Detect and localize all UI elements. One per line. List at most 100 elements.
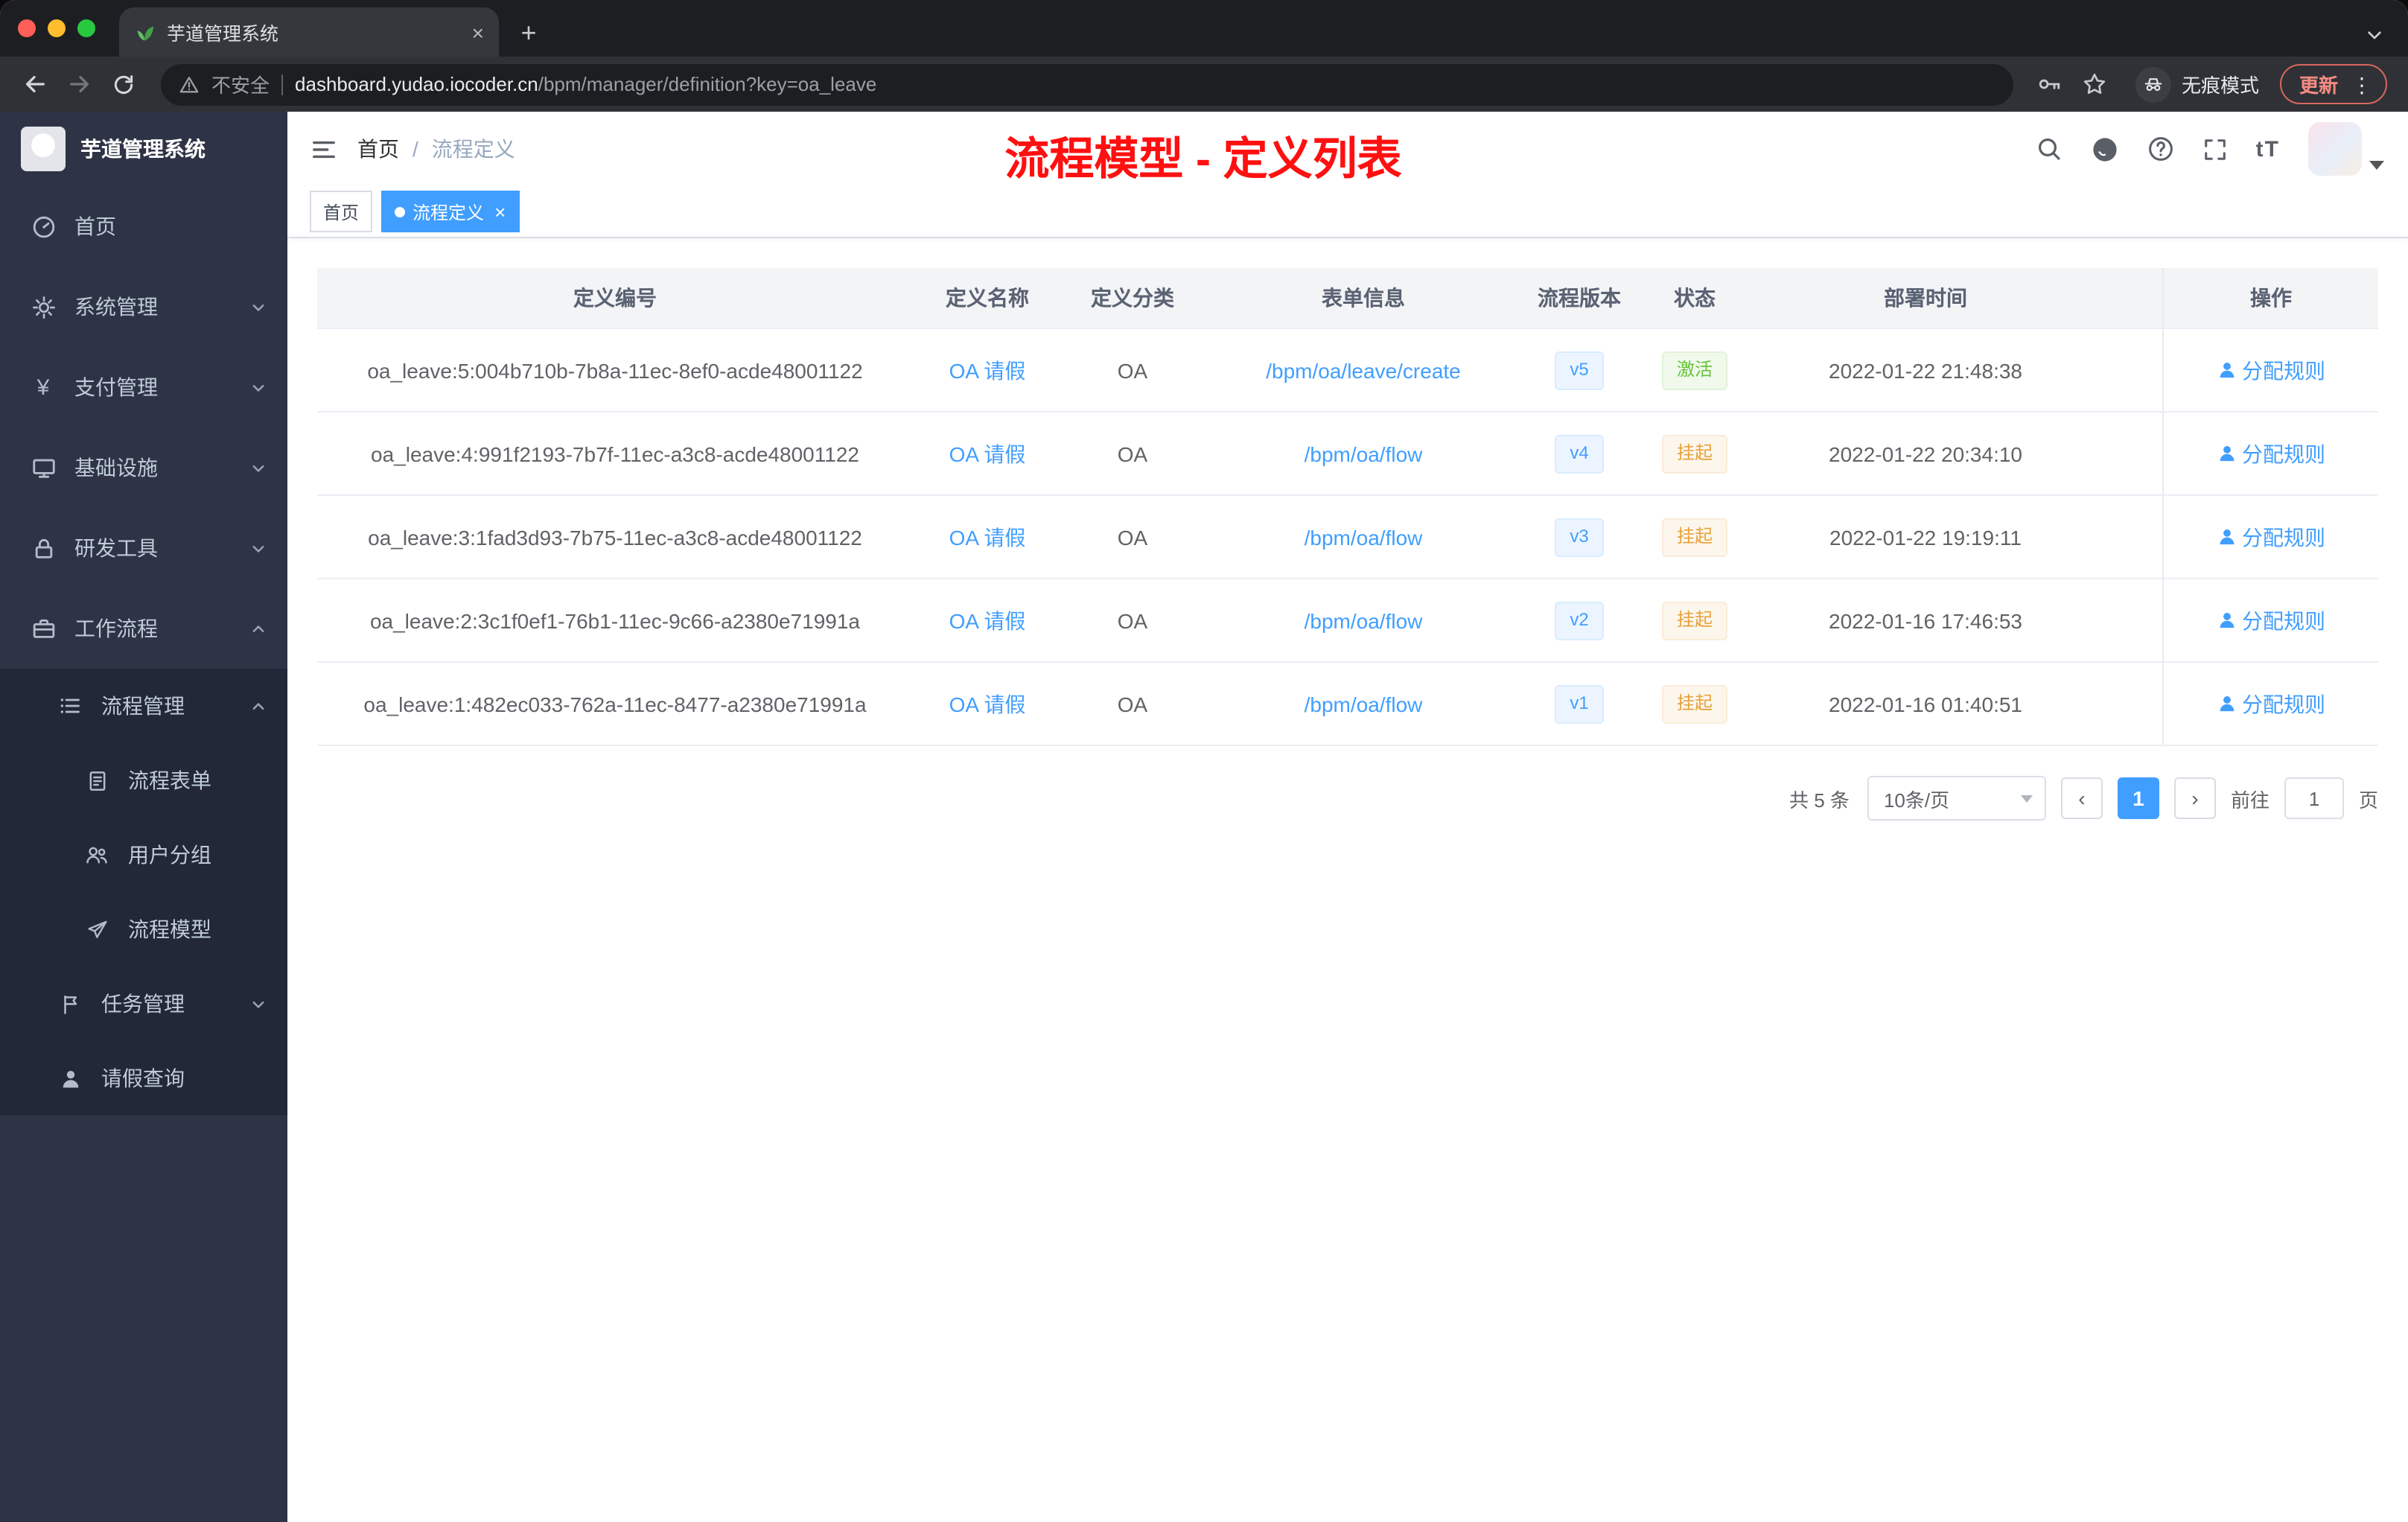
form-link[interactable]: /bpm/oa/flow bbox=[1305, 692, 1423, 716]
deploy-time: 2022-01-22 19:19:11 bbox=[1829, 525, 2022, 549]
definition-category: OA bbox=[1117, 358, 1148, 382]
sidebar-item-home[interactable]: 首页 bbox=[0, 186, 287, 267]
tag-label: 首页 bbox=[323, 202, 360, 223]
sidebar-item-leave-query[interactable]: 请假查询 bbox=[0, 1041, 287, 1115]
window-close-button[interactable] bbox=[18, 19, 36, 37]
table-row: oa_leave:2:3c1f0ef1-76b1-11ec-9c66-a2380… bbox=[317, 579, 2378, 663]
paper-plane-icon bbox=[83, 918, 110, 940]
col-status: 状态 bbox=[1674, 286, 1716, 310]
select-caret-icon bbox=[2020, 795, 2033, 802]
assign-rules-link[interactable]: 分配规则 bbox=[2242, 355, 2325, 385]
sidebar-item-label: 系统管理 bbox=[74, 295, 158, 319]
logo-avatar bbox=[21, 127, 66, 171]
sidebar-item-devtools[interactable]: 研发工具 bbox=[0, 508, 287, 588]
assign-rules-link[interactable]: 分配规则 bbox=[2242, 439, 2325, 468]
status-tag: 挂起 bbox=[1661, 684, 1727, 723]
table-header: 定义编号 定义名称 定义分类 表单信息 流程版本 状态 部署时间 操作 bbox=[317, 268, 2378, 329]
navbar-actions: tT bbox=[2036, 122, 2384, 176]
next-page-button[interactable]: › bbox=[2173, 777, 2216, 819]
window-minimize-button[interactable] bbox=[48, 19, 66, 37]
forward-button[interactable] bbox=[60, 65, 98, 104]
tags-view-bar: 首页 流程定义 × bbox=[287, 186, 2408, 238]
breadcrumb-home-link[interactable]: 首页 bbox=[357, 134, 399, 164]
status-tag: 激活 bbox=[1661, 351, 1727, 389]
definition-name-link[interactable]: OA 请假 bbox=[949, 355, 1026, 385]
col-form-info: 表单信息 bbox=[1322, 286, 1405, 310]
reload-button[interactable] bbox=[104, 65, 143, 104]
user-icon bbox=[2217, 360, 2236, 380]
definition-id: oa_leave:3:1fad3d93-7b75-11ec-a3c8-acde4… bbox=[368, 525, 862, 549]
security-label[interactable]: 不安全 bbox=[211, 70, 270, 98]
sidebar-item-label: 流程表单 bbox=[128, 768, 211, 792]
breadcrumb-separator: / bbox=[413, 137, 418, 161]
chevron-down-icon bbox=[250, 996, 267, 1012]
tag-close-icon[interactable]: × bbox=[494, 202, 506, 221]
goto-unit: 页 bbox=[2358, 789, 2378, 811]
address-bar[interactable]: 不安全 dashboard.yudao.iocoder.cn/bpm/manag… bbox=[161, 63, 2013, 105]
tag-process-definition[interactable]: 流程定义 × bbox=[381, 191, 520, 232]
sidebar-item-user-group[interactable]: 用户分组 bbox=[0, 818, 287, 892]
bookmark-star-icon[interactable] bbox=[2076, 65, 2115, 104]
sidebar-item-label: 任务管理 bbox=[101, 992, 185, 1016]
assign-rules-link[interactable]: 分配规则 bbox=[2242, 605, 2325, 635]
page-1-button[interactable]: 1 bbox=[2117, 777, 2159, 819]
assign-rules-link[interactable]: 分配规则 bbox=[2242, 689, 2325, 719]
password-key-icon[interactable] bbox=[2031, 65, 2070, 104]
form-link[interactable]: /bpm/oa/flow bbox=[1305, 442, 1423, 465]
form-link[interactable]: /bpm/oa/leave/create bbox=[1266, 358, 1461, 382]
table-row: oa_leave:3:1fad3d93-7b75-11ec-a3c8-acde4… bbox=[317, 496, 2378, 579]
sidebar-item-process-model[interactable]: 流程模型 bbox=[0, 892, 287, 967]
assign-rules-link[interactable]: 分配规则 bbox=[2242, 522, 2325, 552]
browser-tab-strip: 芋道管理系统 × + bbox=[0, 0, 2408, 57]
form-link[interactable]: /bpm/oa/flow bbox=[1305, 608, 1423, 632]
user-icon bbox=[2217, 694, 2236, 713]
definition-category: OA bbox=[1117, 608, 1148, 632]
browser-tab[interactable]: 芋道管理系统 × bbox=[119, 7, 499, 57]
browser-menu-icon[interactable]: ⋮ bbox=[2351, 74, 2372, 95]
search-icon[interactable] bbox=[2036, 136, 2063, 162]
help-question-icon[interactable] bbox=[2147, 136, 2174, 162]
font-size-icon[interactable]: tT bbox=[2256, 136, 2280, 162]
tag-active-dot-icon bbox=[395, 206, 406, 217]
page-size-select[interactable]: 10条/页 bbox=[1867, 776, 2046, 821]
back-button[interactable] bbox=[15, 65, 54, 104]
goto-page-input[interactable] bbox=[2284, 777, 2344, 819]
sidebar-item-system[interactable]: 系统管理 bbox=[0, 267, 287, 347]
sidebar-item-workflow[interactable]: 工作流程 bbox=[0, 588, 287, 669]
caret-down-icon bbox=[2369, 161, 2384, 170]
tab-search-chevron-icon[interactable] bbox=[2365, 25, 2384, 45]
not-secure-warning-icon bbox=[179, 74, 200, 95]
prev-page-button[interactable]: ‹ bbox=[2060, 777, 2103, 819]
user-avatar[interactable] bbox=[2308, 122, 2384, 176]
definition-category: OA bbox=[1117, 692, 1148, 716]
sidebar-item-payment[interactable]: ¥ 支付管理 bbox=[0, 347, 287, 427]
sidebar-item-label: 支付管理 bbox=[74, 375, 158, 399]
table-row: oa_leave:4:991f2193-7b7f-11ec-a3c8-acde4… bbox=[317, 413, 2378, 496]
version-tag: v4 bbox=[1555, 434, 1604, 473]
sidebar-item-infra[interactable]: 基础设施 bbox=[0, 427, 287, 508]
sidebar-toggle-hamburger-icon[interactable] bbox=[311, 136, 337, 162]
incognito-badge: 无痕模式 bbox=[2135, 66, 2259, 102]
incognito-label: 无痕模式 bbox=[2181, 74, 2259, 97]
tab-close-icon[interactable]: × bbox=[472, 22, 484, 42]
sidebar-item-process-management[interactable]: 流程管理 bbox=[0, 669, 287, 743]
update-button[interactable]: 更新 ⋮ bbox=[2279, 64, 2387, 104]
definition-name-link[interactable]: OA 请假 bbox=[949, 689, 1026, 719]
fullscreen-icon[interactable] bbox=[2202, 136, 2228, 162]
person-icon bbox=[57, 1067, 83, 1089]
form-link[interactable]: /bpm/oa/flow bbox=[1305, 525, 1423, 549]
sidebar-item-task-management[interactable]: 任务管理 bbox=[0, 967, 287, 1041]
tag-home[interactable]: 首页 bbox=[310, 191, 373, 232]
new-tab-button[interactable]: + bbox=[508, 12, 550, 54]
deploy-time: 2022-01-16 17:46:53 bbox=[1829, 608, 2022, 632]
sidebar-item-label: 流程管理 bbox=[101, 694, 185, 718]
url-text[interactable]: dashboard.yudao.iocoder.cn/bpm/manager/d… bbox=[295, 73, 876, 95]
workflow-submenu: 流程管理 流程表单 用户分组 流程模型 任务管理 请假查询 bbox=[0, 669, 287, 1115]
window-zoom-button[interactable] bbox=[77, 19, 95, 37]
github-icon[interactable] bbox=[2091, 135, 2119, 163]
definition-name-link[interactable]: OA 请假 bbox=[949, 605, 1026, 635]
sidebar-item-process-form[interactable]: 流程表单 bbox=[0, 743, 287, 818]
definition-name-link[interactable]: OA 请假 bbox=[949, 439, 1026, 468]
definition-id: oa_leave:2:3c1f0ef1-76b1-11ec-9c66-a2380… bbox=[369, 608, 860, 632]
definition-name-link[interactable]: OA 请假 bbox=[949, 522, 1026, 552]
